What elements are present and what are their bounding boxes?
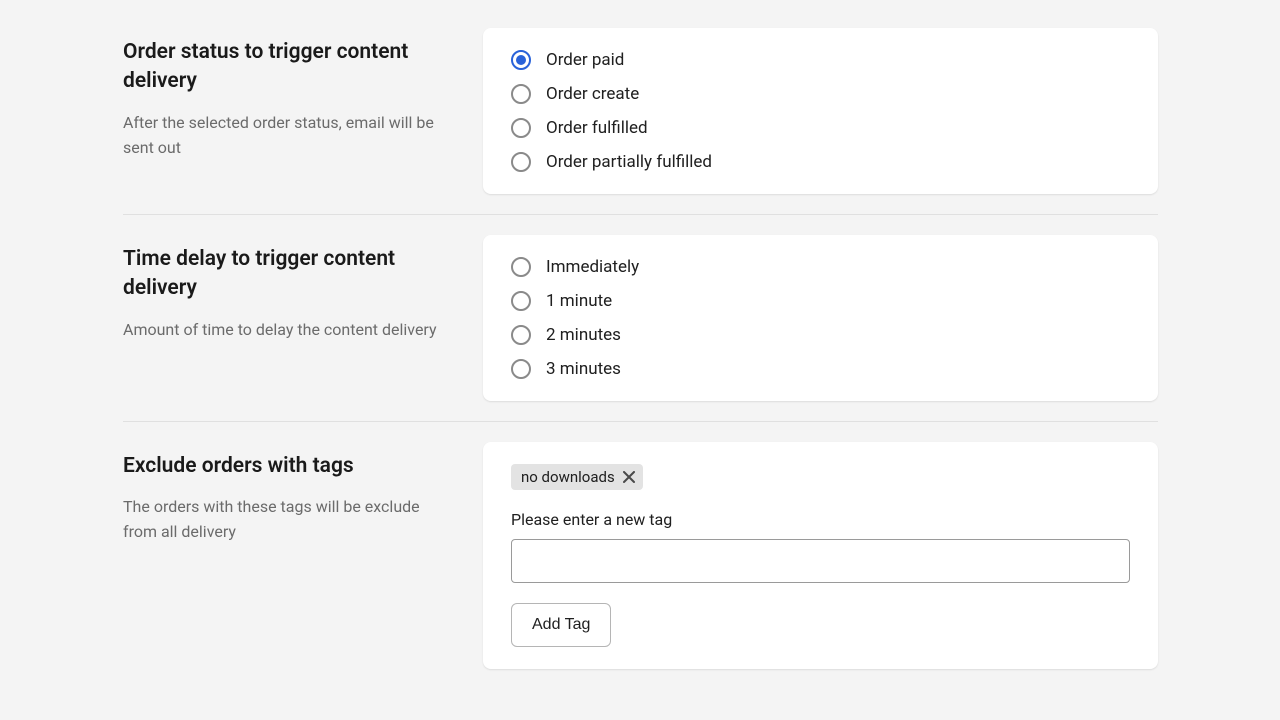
section-title: Order status to trigger content delivery <box>123 38 453 97</box>
tag-remove-button[interactable] <box>623 471 635 483</box>
order-status-radio-group: Order paid Order create Order fulfilled … <box>511 50 1130 172</box>
radio-label: Order create <box>546 84 639 104</box>
radio-icon <box>511 152 531 172</box>
radio-order-partially-fulfilled[interactable]: Order partially fulfilled <box>511 152 1130 172</box>
time-delay-card: Immediately 1 minute 2 minutes 3 minutes <box>483 235 1158 401</box>
radio-label: Order paid <box>546 50 624 70</box>
radio-icon <box>511 325 531 345</box>
radio-label: Order fulfilled <box>546 118 648 138</box>
radio-label: Immediately <box>546 257 639 277</box>
radio-immediately[interactable]: Immediately <box>511 257 1130 277</box>
add-tag-button[interactable]: Add Tag <box>511 603 611 647</box>
order-status-card: Order paid Order create Order fulfilled … <box>483 28 1158 194</box>
radio-icon <box>511 84 531 104</box>
section-title: Time delay to trigger content delivery <box>123 245 453 304</box>
radio-icon <box>511 257 531 277</box>
section-label: Exclude orders with tags The orders with… <box>123 442 483 669</box>
tag-input-label: Please enter a new tag <box>511 510 1130 529</box>
radio-label: Order partially fulfilled <box>546 152 712 172</box>
radio-icon <box>511 118 531 138</box>
radio-label: 1 minute <box>546 291 612 311</box>
radio-2-minutes[interactable]: 2 minutes <box>511 325 1130 345</box>
tag-chip-label: no downloads <box>521 468 615 486</box>
radio-1-minute[interactable]: 1 minute <box>511 291 1130 311</box>
radio-order-create[interactable]: Order create <box>511 84 1130 104</box>
section-label: Order status to trigger content delivery… <box>123 28 483 194</box>
tag-input[interactable] <box>511 539 1130 583</box>
radio-label: 3 minutes <box>546 359 621 379</box>
section-title: Exclude orders with tags <box>123 452 453 481</box>
radio-icon <box>511 291 531 311</box>
radio-order-paid[interactable]: Order paid <box>511 50 1130 70</box>
section-exclude-tags: Exclude orders with tags The orders with… <box>123 421 1158 689</box>
section-label: Time delay to trigger content delivery A… <box>123 235 483 401</box>
exclude-tags-card: no downloads Please enter a new tag Add … <box>483 442 1158 669</box>
section-desc: Amount of time to delay the content deli… <box>123 318 453 343</box>
radio-icon <box>511 50 531 70</box>
section-order-status: Order status to trigger content delivery… <box>123 8 1158 214</box>
tag-chip: no downloads <box>511 464 643 490</box>
radio-icon <box>511 359 531 379</box>
section-desc: The orders with these tags will be exclu… <box>123 495 453 545</box>
radio-order-fulfilled[interactable]: Order fulfilled <box>511 118 1130 138</box>
section-desc: After the selected order status, email w… <box>123 111 453 161</box>
radio-label: 2 minutes <box>546 325 621 345</box>
time-delay-radio-group: Immediately 1 minute 2 minutes 3 minutes <box>511 257 1130 379</box>
radio-3-minutes[interactable]: 3 minutes <box>511 359 1130 379</box>
section-time-delay: Time delay to trigger content delivery A… <box>123 214 1158 421</box>
close-icon <box>623 471 635 483</box>
